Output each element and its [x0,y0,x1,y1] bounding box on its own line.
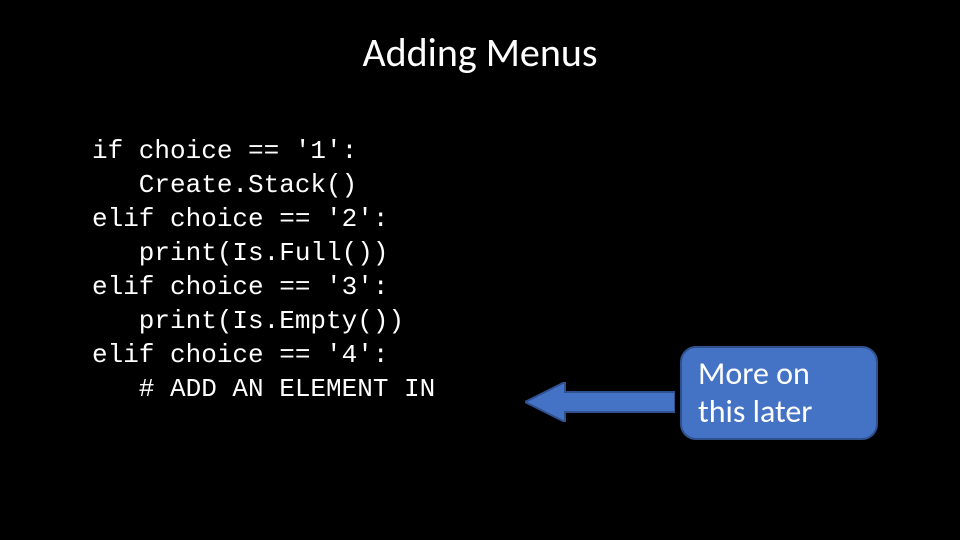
callout-line-1: More on [698,355,860,393]
callout-box: More on this later [680,346,878,440]
slide-title: Adding Menus [0,28,960,77]
slide: Adding Menus if choice == '1': Create.St… [0,0,960,540]
arrow-left-icon [525,382,675,422]
code-block: if choice == '1': Create.Stack() elif ch… [92,134,435,406]
callout-line-2: this later [698,393,860,431]
